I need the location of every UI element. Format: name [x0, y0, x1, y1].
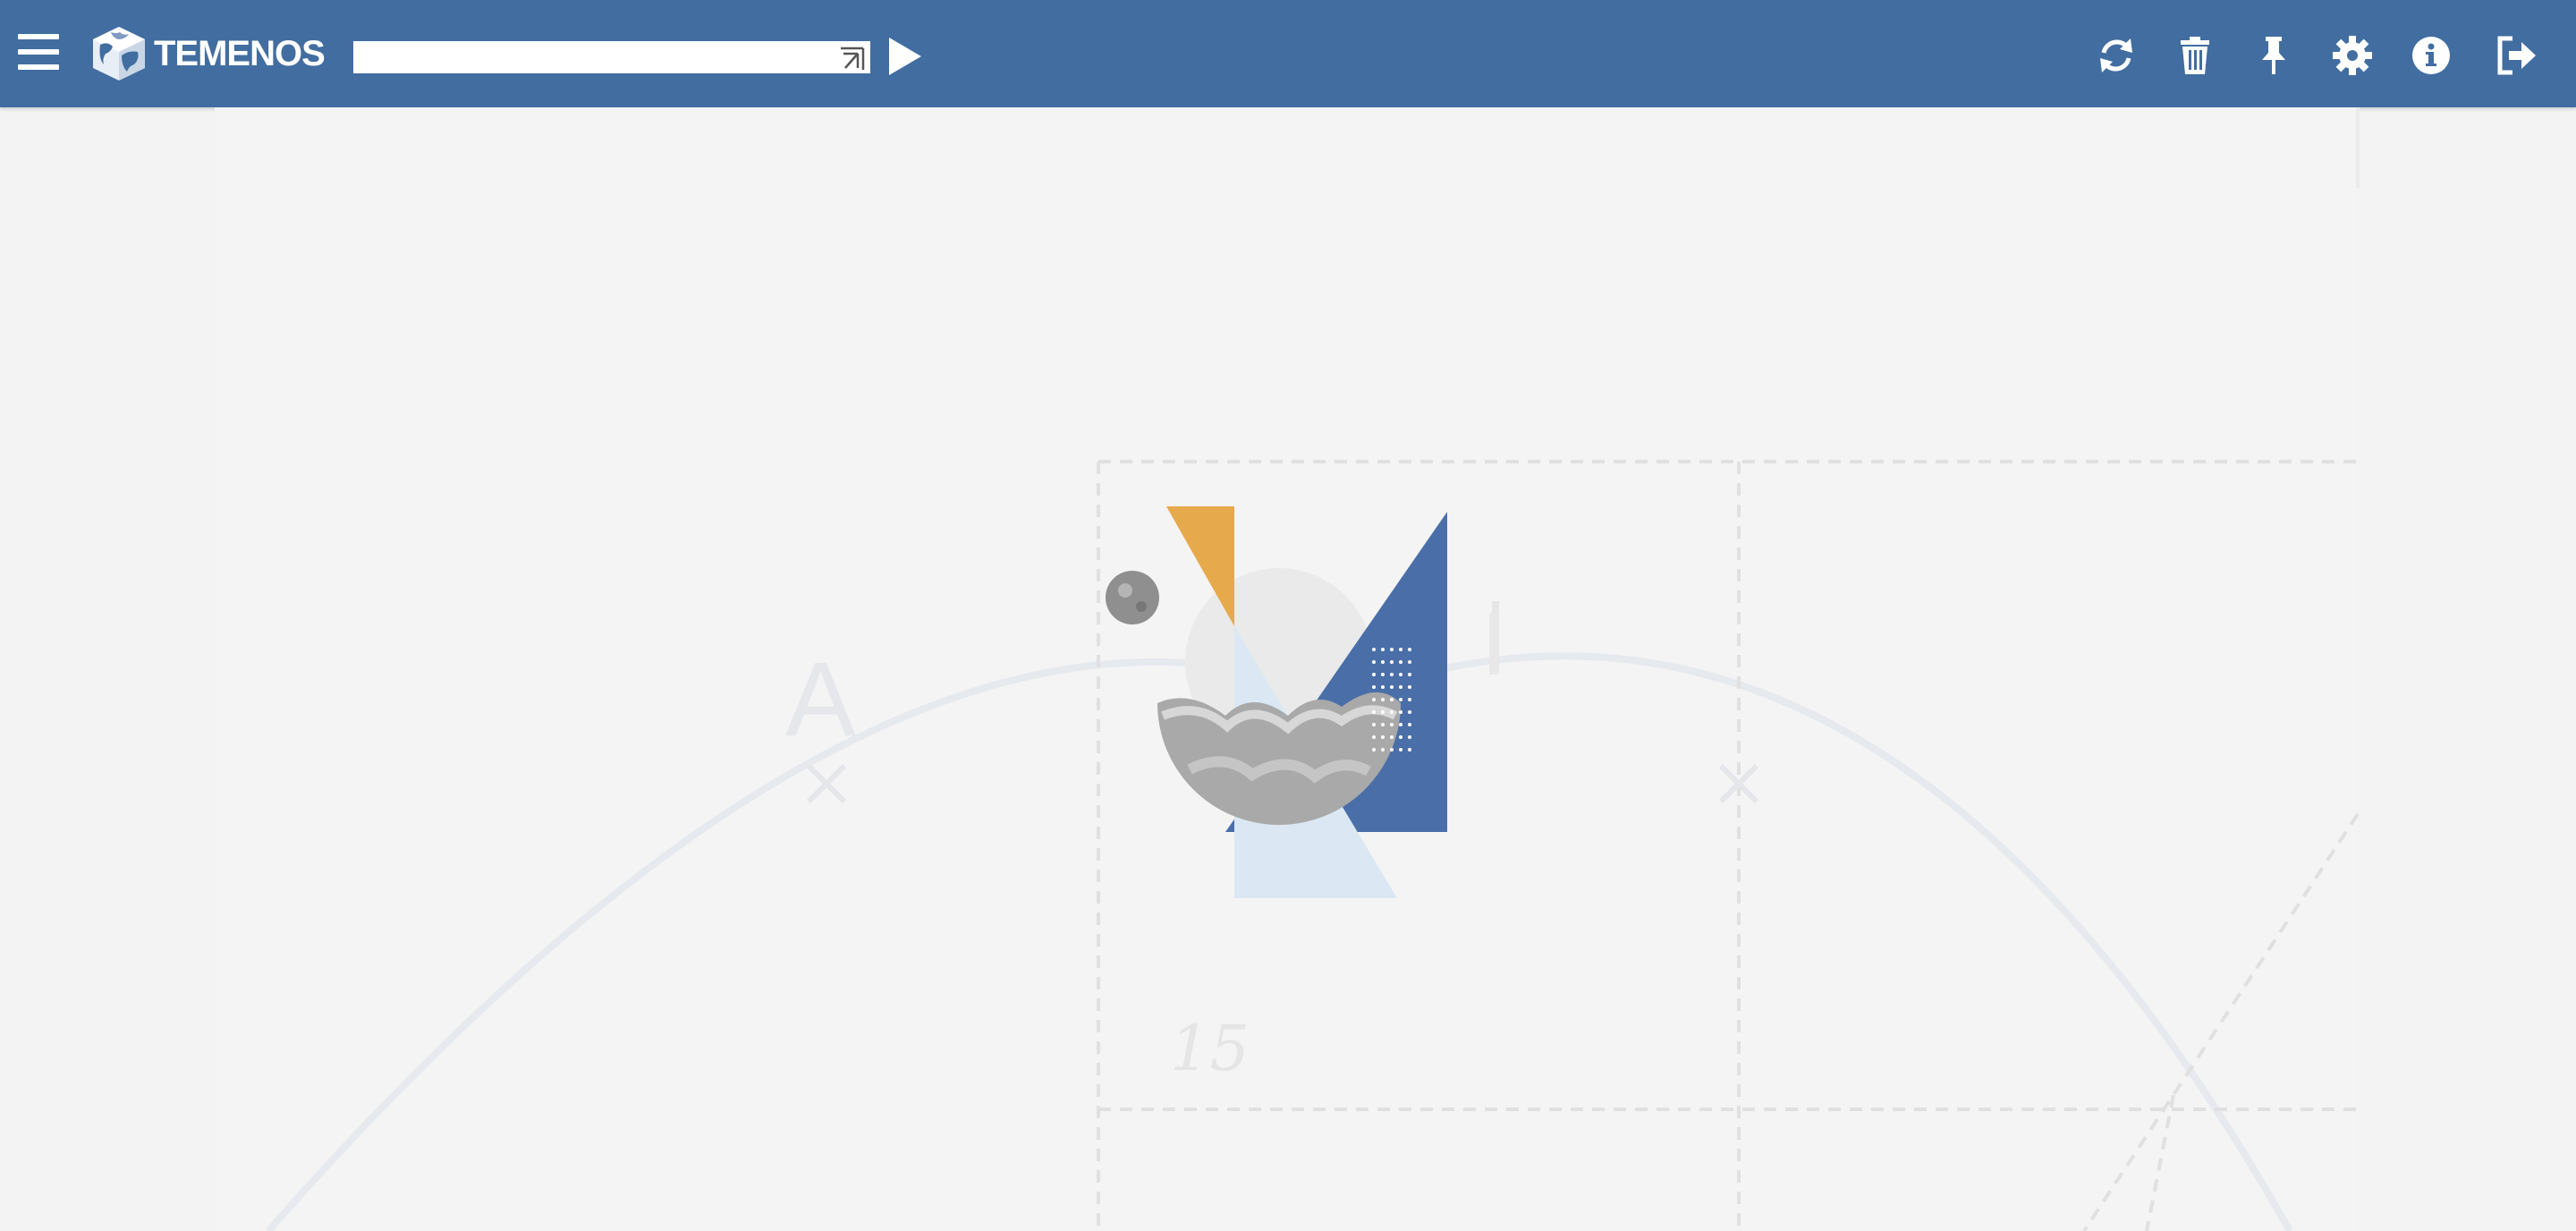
trash-icon [2181, 37, 2209, 74]
pin-button[interactable] [2250, 32, 2297, 79]
command-input[interactable] [353, 41, 836, 73]
menu-button[interactable] [18, 34, 59, 70]
logout-button[interactable] [2494, 32, 2540, 79]
expand-arrow-icon [841, 47, 865, 70]
hero-illustration [1106, 506, 1447, 898]
top-bar: TEMENOS [0, 0, 2576, 107]
play-icon [889, 38, 921, 75]
background-number: 15 [1170, 1012, 1250, 1085]
expand-button[interactable] [838, 45, 867, 72]
toolbar [2093, 32, 2540, 79]
hamburger-icon-bar [18, 49, 59, 55]
info-icon [2412, 37, 2450, 74]
gear-icon [2333, 36, 2372, 75]
info-button[interactable] [2408, 32, 2454, 79]
settings-button[interactable] [2329, 32, 2376, 79]
background-letter-i: I [1481, 594, 1506, 694]
delete-button[interactable] [2172, 32, 2218, 79]
refresh-icon [2100, 38, 2132, 72]
logout-icon [2497, 36, 2536, 75]
go-button[interactable] [887, 36, 923, 77]
brand-logo: TEMENOS [91, 25, 326, 82]
command-line [353, 41, 870, 73]
pin-icon [2262, 37, 2285, 74]
globe-cube-icon [93, 27, 145, 81]
refresh-button[interactable] [2093, 32, 2140, 79]
brand-name: TEMENOS [154, 33, 326, 73]
background-letter-a: A [785, 641, 856, 759]
hamburger-icon [18, 34, 59, 39]
decorative-artwork: A I 15 [265, 107, 2360, 1231]
hamburger-icon-bar [18, 64, 59, 70]
home-background: A I 15 [0, 107, 2576, 1231]
